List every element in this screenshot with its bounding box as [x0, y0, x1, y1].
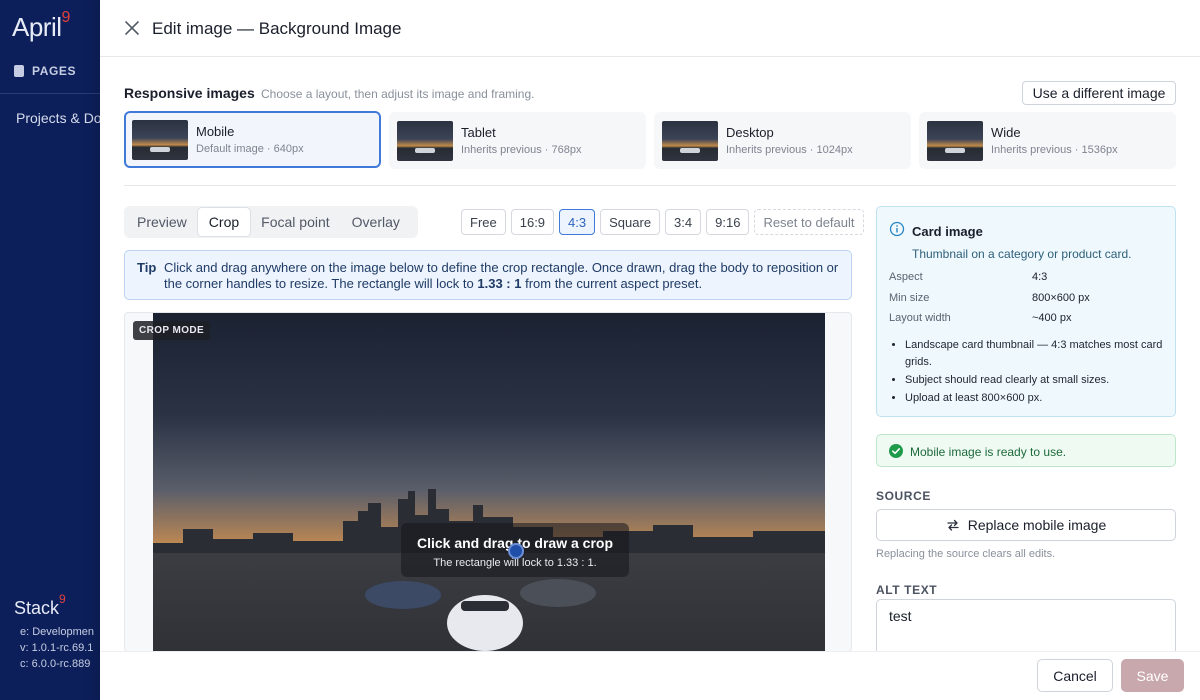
responsive-subtitle: Choose a layout, then adjust its image a… — [261, 87, 535, 101]
replace-hint: Replacing the source clears all edits. — [876, 548, 1056, 560]
tab-overlay[interactable]: Overlay — [341, 208, 411, 236]
editor-tabs: Preview Crop Focal point Overlay — [124, 206, 418, 238]
save-button[interactable]: Save — [1121, 659, 1184, 692]
layout-desc: Default image · 640px — [196, 143, 304, 155]
stack-badge: 9 — [59, 592, 66, 606]
list-item: Subject should read clearly at small siz… — [905, 372, 1167, 389]
nav-pages-label: PAGES — [32, 64, 77, 78]
stack-label: Stack9 — [14, 592, 66, 619]
layout-desc: Inherits previous · 1536px — [991, 144, 1118, 156]
layout-name: Tablet — [461, 125, 496, 140]
layout-name: Wide — [991, 125, 1021, 140]
modal-footer — [100, 651, 1200, 700]
tip-text: Click and drag anywhere on the image bel… — [164, 260, 844, 292]
layout-width-label: Layout width — [889, 312, 951, 324]
aspect-square-button[interactable]: Square — [600, 209, 661, 235]
min-size-label: Min size — [889, 292, 930, 304]
layout-desc: Inherits previous · 1024px — [726, 144, 853, 156]
list-item: Landscape card thumbnail — 4:3 matches m… — [905, 337, 1167, 371]
crop-canvas[interactable]: Click and drag to draw a crop The rectan… — [124, 312, 852, 652]
stack-name: Stack — [14, 598, 60, 618]
layout-card-desktop[interactable]: Desktop Inherits previous · 1024px — [654, 112, 911, 169]
aspect-value: 4:3 — [1032, 271, 1048, 283]
aspect-4-3-button[interactable]: 4:3 — [559, 209, 596, 235]
replace-mobile-image-button[interactable]: Replace mobile image — [876, 509, 1176, 541]
cancel-button[interactable]: Cancel — [1037, 659, 1113, 692]
section-divider — [124, 185, 1176, 186]
tab-focal-point[interactable]: Focal point — [250, 208, 340, 236]
layout-thumbnail — [132, 119, 188, 160]
card-info-title: Card image — [912, 224, 983, 239]
source-label: SOURCE — [876, 489, 931, 503]
info-icon — [889, 221, 905, 237]
layout-thumbnail — [397, 120, 453, 161]
swap-icon — [947, 519, 959, 531]
min-size-value: 800×600 px — [1032, 292, 1090, 304]
brand-logo[interactable]: April9 — [12, 9, 71, 43]
alt-text-input[interactable]: test — [876, 599, 1176, 659]
card-image-info: Card image Thumbnail on a category or pr… — [876, 206, 1176, 417]
nav-divider — [0, 93, 100, 94]
reset-to-default-button[interactable]: Reset to default — [754, 209, 864, 235]
layout-card-tablet[interactable]: Tablet Inherits previous · 768px — [389, 112, 646, 169]
close-icon[interactable] — [122, 18, 142, 38]
crop-mode-badge: CROP MODE — [133, 321, 211, 340]
modal-header: Edit image — Background Image — [100, 0, 1200, 57]
alt-text-label: ALT TEXT — [876, 583, 938, 597]
tab-preview[interactable]: Preview — [126, 208, 198, 236]
list-item: Upload at least 800×600 px. — [905, 390, 1167, 407]
tip-ratio: 1.33 : 1 — [477, 276, 522, 291]
layout-card-mobile[interactable]: Mobile Default image · 640px — [124, 111, 381, 168]
env-text: e: Developmen — [20, 626, 94, 638]
responsive-title: Responsive images — [124, 85, 255, 101]
replace-label: Replace mobile image — [967, 517, 1107, 533]
ready-status: Mobile image is ready to use. — [876, 434, 1176, 467]
tip-label: Tip — [137, 260, 157, 275]
layout-name: Desktop — [726, 125, 774, 140]
layout-width-value: ~400 px — [1032, 312, 1072, 324]
layout-desc: Inherits previous · 768px — [461, 144, 582, 156]
tip-text-after: from the current aspect preset. — [521, 276, 703, 291]
tab-crop[interactable]: Crop — [197, 208, 251, 236]
tip-banner: Tip Click and drag anywhere on the image… — [124, 250, 852, 300]
layout-thumbnail — [662, 120, 718, 161]
aspect-16-9-button[interactable]: 16:9 — [510, 209, 555, 235]
nav-projects[interactable]: Projects & Do — [16, 110, 100, 126]
layout-thumbnail — [927, 120, 983, 161]
aspect-label: Aspect — [889, 271, 923, 283]
aspect-free-button[interactable]: Free — [461, 209, 506, 235]
card-info-subtitle: Thumbnail on a category or product card. — [912, 247, 1132, 261]
layout-name: Mobile — [196, 124, 235, 139]
use-different-image-button[interactable]: Use a different image — [1022, 81, 1176, 105]
edit-image-modal: Edit image — Background Image Responsive… — [100, 0, 1200, 700]
check-circle-icon — [889, 444, 903, 458]
modal-title: Edit image — Background Image — [152, 19, 402, 38]
ready-text: Mobile image is ready to use. — [910, 445, 1067, 459]
version-c-text: c: 6.0.0-rc.889 — [20, 658, 91, 670]
aspect-3-4-button[interactable]: 3:4 — [665, 209, 702, 235]
aspect-9-16-button[interactable]: 9:16 — [706, 209, 750, 235]
aspect-presets: Free 16:9 4:3 Square 3:4 9:16 Reset to d… — [461, 209, 864, 235]
cursor-indicator — [508, 543, 524, 559]
brand-name: April — [12, 12, 62, 42]
sidebar: April9 PAGES Projects & Do Stack9 e: Dev… — [0, 0, 100, 700]
brand-badge: 9 — [61, 9, 71, 27]
version-v-text: v: 1.0.1-rc.69.1 — [20, 642, 94, 654]
document-icon — [14, 65, 24, 77]
background-photo[interactable]: Click and drag to draw a crop The rectan… — [153, 313, 825, 651]
nav-pages[interactable]: PAGES — [14, 64, 76, 78]
card-info-tips: Landscape card thumbnail — 4:3 matches m… — [905, 337, 1167, 408]
layout-card-wide[interactable]: Wide Inherits previous · 1536px — [919, 112, 1176, 169]
